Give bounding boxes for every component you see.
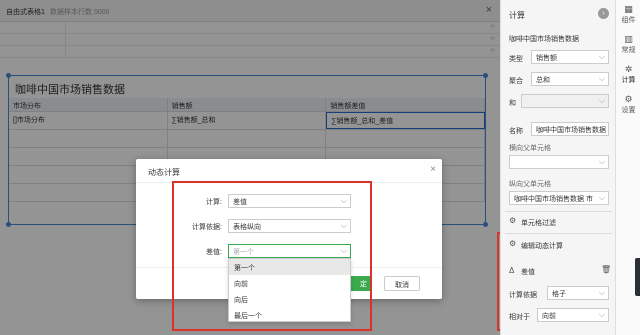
dialog-title: 动态计算	[148, 168, 180, 177]
type-select[interactable]: 销售额 ⌵	[531, 50, 609, 64]
calc-icon: ✲	[624, 64, 633, 74]
chevron-down-icon: ⌵	[598, 288, 605, 297]
agg-select[interactable]: 总和 ⌵	[531, 72, 609, 86]
chevron-down-icon: ⌵	[598, 52, 605, 61]
horizontal-parent-select[interactable]: ⌵	[509, 155, 609, 169]
panel-title: 计算	[509, 11, 525, 20]
and-label: 和	[509, 100, 516, 107]
name-label: 名称	[509, 128, 523, 135]
device-preview-icon[interactable]	[635, 258, 640, 296]
chevron-down-icon: ⌵	[598, 193, 605, 202]
chevron-down-icon: ⌵	[598, 96, 605, 105]
horizontal-parent-label: 横向父单元格	[509, 145, 551, 152]
tab-calc[interactable]: ✲ 计算	[616, 64, 640, 85]
highlight-box	[172, 181, 372, 331]
diff-calc-label: 差值	[521, 269, 535, 276]
chevron-down-icon: ⌵	[598, 310, 605, 319]
trash-icon[interactable]: 🗑	[601, 265, 611, 274]
and-select[interactable]: ⌵	[521, 94, 609, 108]
divider	[505, 233, 612, 234]
layout-icon: ▥	[624, 34, 633, 44]
delta-icon: Δ	[509, 266, 515, 275]
cell-filter-link[interactable]: 单元格过滤	[521, 218, 556, 228]
gear-icon: ⚙	[624, 94, 633, 104]
vertical-parent-label: 纵向父单元格	[509, 181, 551, 188]
properties-panel: 计算 › 咖啡中国市场销售数据 类型 销售额 ⌵ 聚合 总和 ⌵ 和 ⌵ 名称 咖啡…	[500, 0, 615, 335]
name-input[interactable]: 咖啡中国市场销售数据	[531, 122, 609, 136]
cancel-button[interactable]: 取消	[384, 276, 420, 291]
calc-basis-label: 计算依据	[509, 292, 537, 299]
type-label: 类型	[509, 56, 523, 63]
tab-components[interactable]: ▦ 组件	[616, 4, 640, 25]
tab-settings[interactable]: ⚙ 设置	[616, 94, 640, 115]
chevron-down-icon: ⌵	[598, 157, 605, 166]
table-name-label: 咖啡中国市场销售数据	[509, 36, 579, 43]
agg-label: 聚合	[509, 78, 523, 85]
arrow-right-icon[interactable]: ›	[598, 8, 609, 19]
calc-gear-icon: ⚙	[509, 239, 517, 248]
vertical-parent-select[interactable]: 咖啡中国市场销售数据 市 ⌵	[509, 191, 609, 205]
close-icon[interactable]: ×	[430, 164, 436, 175]
relative-select[interactable]: 向前 ⌵	[537, 308, 609, 322]
grid-icon: ▦	[624, 4, 633, 14]
divider	[505, 211, 612, 212]
relative-label: 相对于	[509, 314, 530, 321]
calc-basis-select[interactable]: 格子 ⌵	[547, 286, 609, 300]
chevron-down-icon: ⌵	[598, 74, 605, 83]
edit-dynamic-calc-link[interactable]: 编辑动态计算	[521, 241, 563, 251]
filter-gear-icon: ⚙	[509, 216, 517, 225]
tab-general[interactable]: ▥ 常规	[616, 34, 640, 55]
